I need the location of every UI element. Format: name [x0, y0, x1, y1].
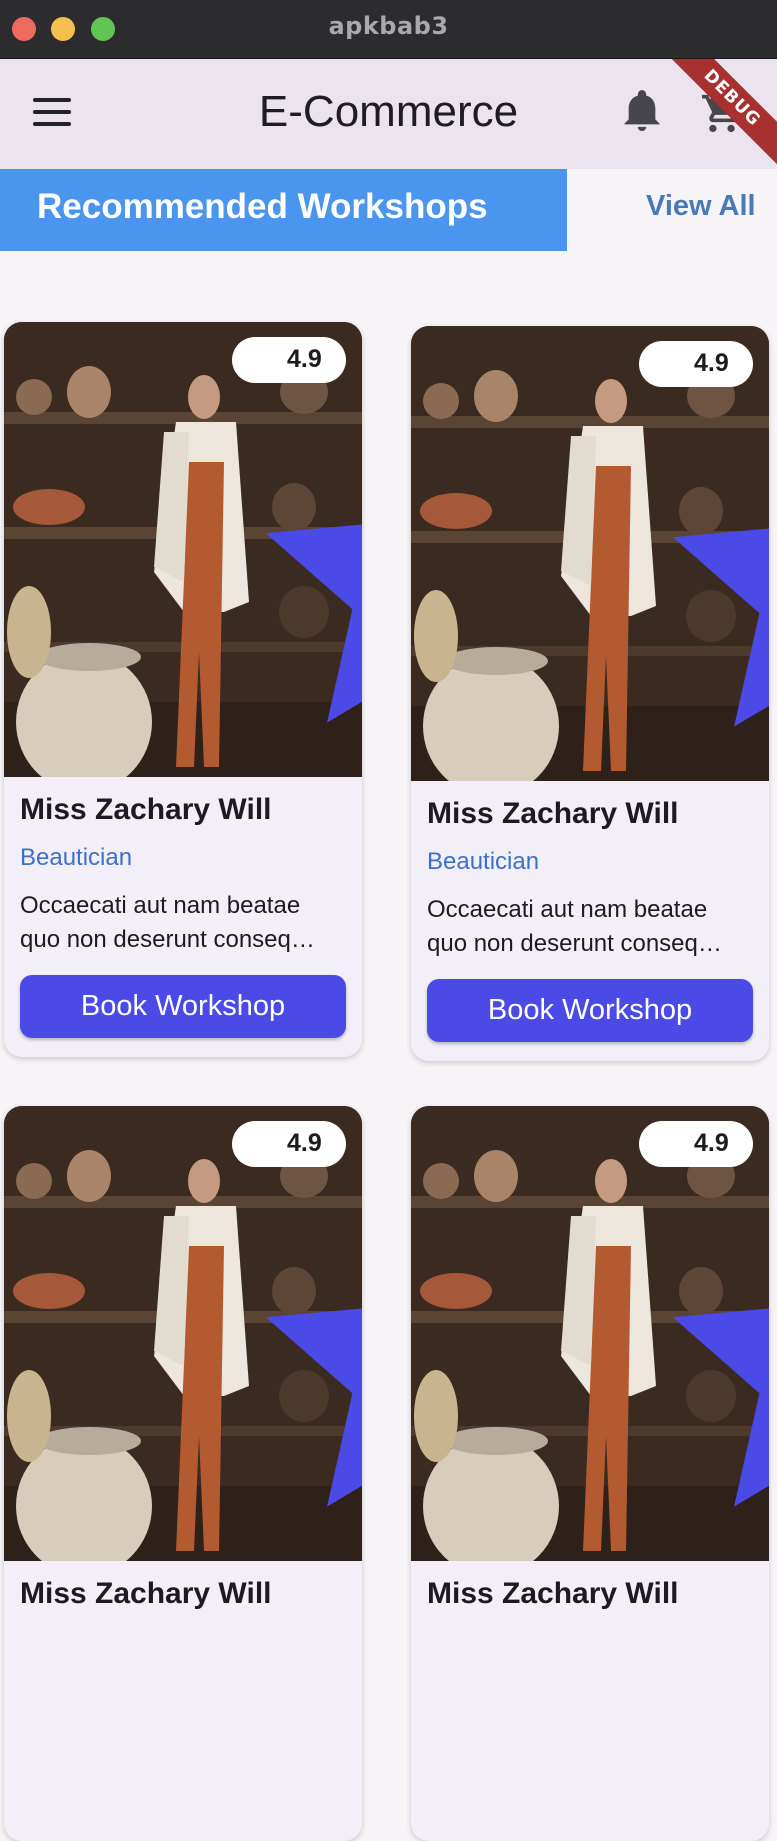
rating-value: 4.9: [287, 345, 322, 373]
star-icon: [655, 1130, 769, 1561]
section-header: Recommended Workshops: [0, 169, 567, 251]
window-title: apkbab3: [328, 12, 449, 40]
app-bar: E-Commerce DEBUG: [0, 59, 777, 169]
card-name: Miss Zachary Will: [427, 1577, 679, 1610]
workshop-card[interactable]: 4.9 Miss Zachary Will: [411, 1106, 769, 1841]
workshop-image: 4.9: [411, 1106, 769, 1561]
workshop-image: 4.9: [4, 1106, 362, 1561]
card-description-line: Occaecati aut nam beatae: [20, 892, 301, 919]
rating-badge: 4.9: [639, 341, 753, 387]
card-description-line: quo non deserunt conseq…: [427, 930, 722, 957]
card-description-line: quo non deserunt conseq…: [20, 926, 315, 953]
rating-value: 4.9: [694, 1129, 729, 1157]
card-description: Occaecati aut nam beatae quo non deserun…: [427, 893, 757, 961]
view-all-link[interactable]: View All: [646, 190, 756, 223]
card-role: Beautician: [427, 848, 540, 875]
card-description: Occaecati aut nam beatae quo non deserun…: [20, 889, 350, 957]
rating-value: 4.9: [694, 349, 729, 377]
card-name: Miss Zachary Will: [20, 1577, 272, 1610]
workshop-image: 4.9: [411, 326, 769, 781]
rating-badge: 4.9: [639, 1121, 753, 1167]
card-description-line: Occaecati aut nam beatae: [427, 896, 708, 923]
bell-icon[interactable]: [622, 89, 662, 133]
card-role: Beautician: [20, 844, 133, 871]
card-name: Miss Zachary Will: [427, 797, 679, 830]
window-titlebar: apkbab3: [0, 0, 777, 59]
workshop-card[interactable]: 4.9 Miss Zachary Will Beautician Occaeca…: [411, 326, 769, 1061]
rating-badge: 4.9: [232, 337, 346, 383]
section-title: Recommended Workshops: [37, 187, 488, 226]
star-icon: [248, 1130, 362, 1561]
star-icon: [248, 346, 362, 777]
workshop-card[interactable]: 4.9 Miss Zachary Will Beautician Occaeca…: [4, 322, 362, 1057]
book-workshop-button[interactable]: Book Workshop: [427, 979, 753, 1042]
workshop-card[interactable]: 4.9 Miss Zachary Will: [4, 1106, 362, 1841]
book-workshop-button[interactable]: Book Workshop: [20, 975, 346, 1038]
workshop-image: 4.9: [4, 322, 362, 777]
rating-badge: 4.9: [232, 1121, 346, 1167]
card-name: Miss Zachary Will: [20, 793, 272, 826]
star-icon: [655, 350, 769, 781]
rating-value: 4.9: [287, 1129, 322, 1157]
